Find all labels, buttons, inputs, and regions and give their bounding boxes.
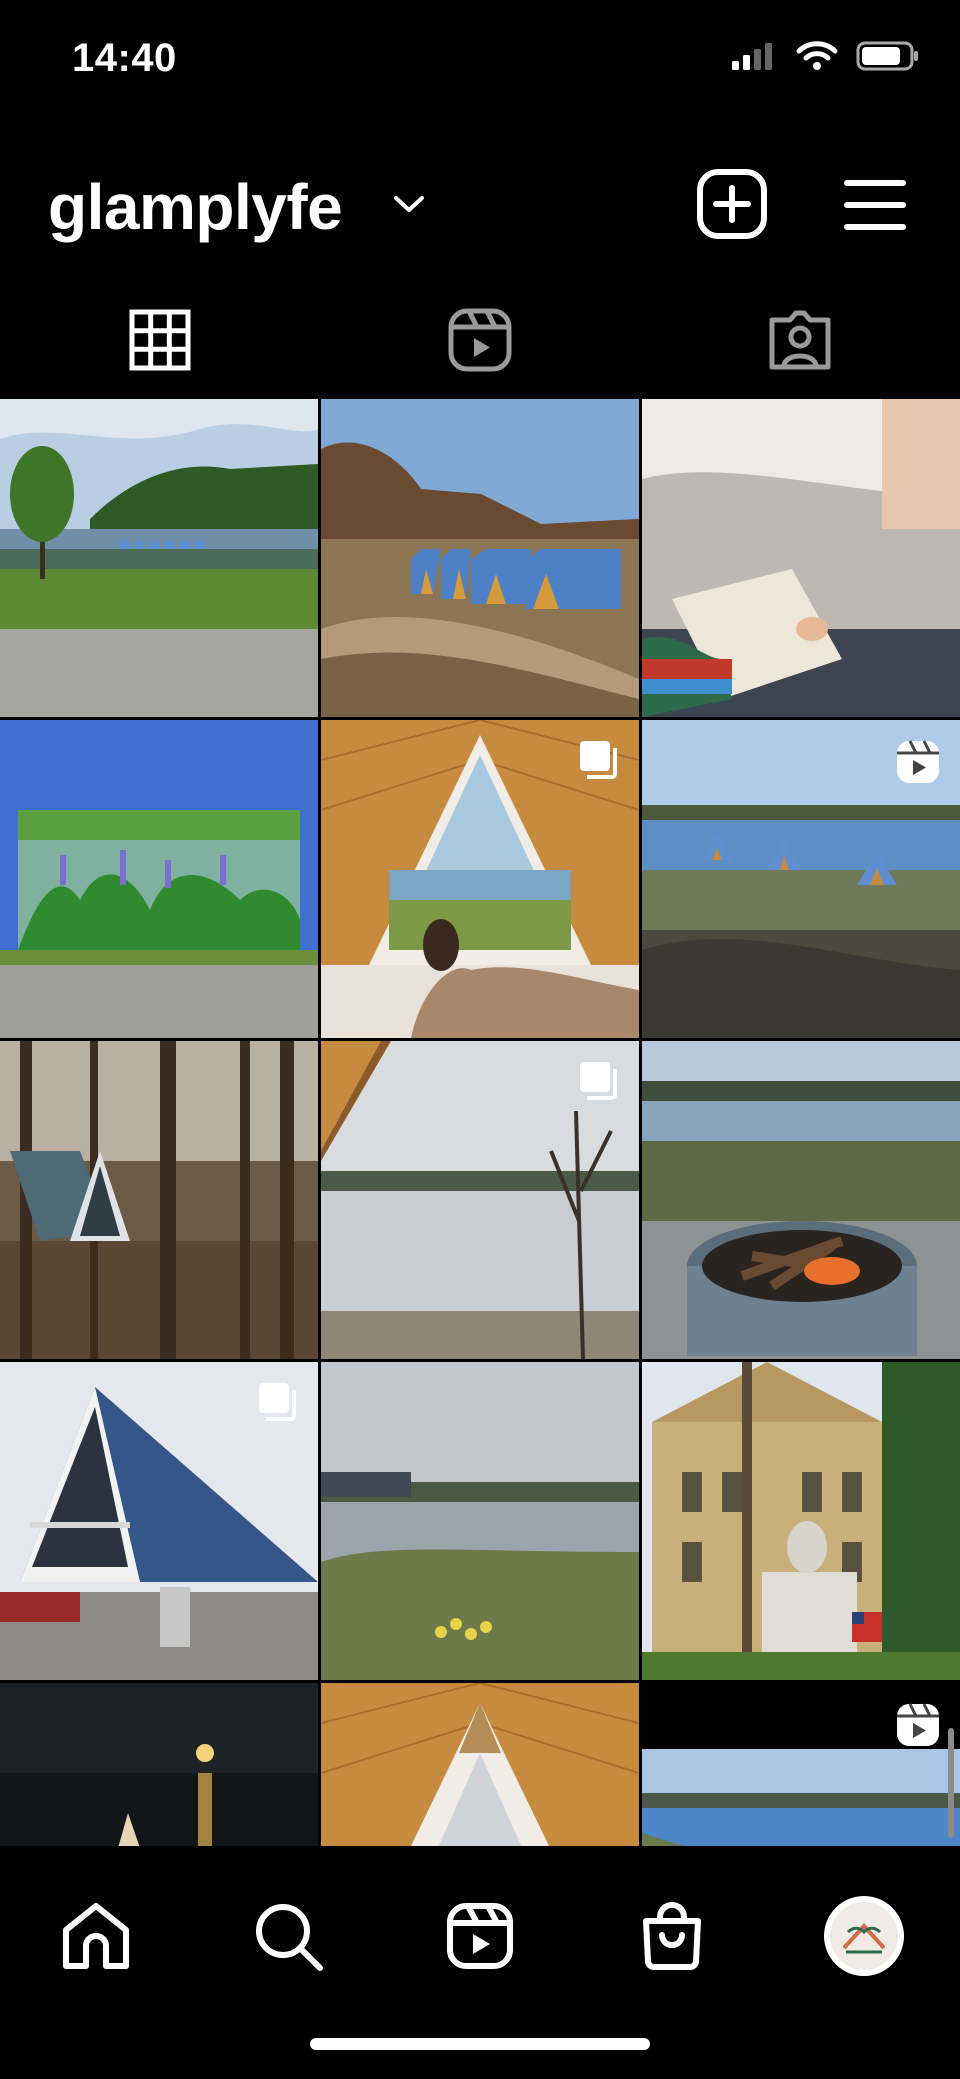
post-thumbnail[interactable] xyxy=(642,720,960,1038)
nav-reels[interactable] xyxy=(430,1886,530,1986)
nav-home[interactable] xyxy=(46,1886,146,1986)
grid-icon xyxy=(129,309,191,371)
post-image xyxy=(0,399,318,717)
tab-reels[interactable] xyxy=(320,290,640,390)
menu-icon[interactable] xyxy=(844,178,906,232)
profile-avatar xyxy=(824,1896,904,1976)
nav-search[interactable] xyxy=(238,1886,338,1986)
post-thumbnail[interactable] xyxy=(0,720,318,1038)
create-post-icon[interactable] xyxy=(696,168,768,240)
search-icon xyxy=(256,1904,323,1971)
posts-grid xyxy=(0,399,960,1846)
post-image xyxy=(642,1362,960,1680)
post-thumbnail[interactable] xyxy=(0,1041,318,1359)
post-image xyxy=(0,720,318,1038)
post-image xyxy=(0,1683,318,1846)
post-thumbnail[interactable] xyxy=(321,720,639,1038)
account-username[interactable]: glamplyfe xyxy=(48,170,343,244)
carousel-icon xyxy=(580,741,617,779)
post-thumbnail[interactable] xyxy=(0,1362,318,1680)
nav-shop[interactable] xyxy=(622,1886,722,1986)
profile-tabs xyxy=(0,290,960,390)
post-image xyxy=(642,1041,960,1359)
scroll-indicator[interactable] xyxy=(948,1728,954,1838)
shop-icon xyxy=(643,1902,701,1970)
reels-icon xyxy=(447,1903,513,1969)
wifi-icon xyxy=(796,41,838,70)
post-thumbnail[interactable] xyxy=(0,399,318,717)
reel-icon xyxy=(897,740,939,783)
reel-icon xyxy=(897,1703,939,1746)
post-thumbnail[interactable] xyxy=(642,1683,960,1846)
status-icons xyxy=(730,40,920,72)
post-thumbnail[interactable] xyxy=(642,399,960,717)
post-image xyxy=(321,1362,639,1680)
battery-icon xyxy=(856,41,918,71)
cellular-signal-icon xyxy=(732,43,772,70)
post-image xyxy=(321,1683,639,1846)
status-bar: 14:40 xyxy=(0,0,960,120)
post-thumbnail[interactable] xyxy=(642,1041,960,1359)
profile-header: glamplyfe xyxy=(0,150,960,260)
tab-tagged[interactable] xyxy=(640,290,960,390)
tagged-icon xyxy=(769,310,831,370)
post-thumbnail[interactable] xyxy=(321,1041,639,1359)
tab-posts-grid[interactable] xyxy=(0,290,320,390)
post-thumbnail[interactable] xyxy=(0,1683,318,1846)
carousel-icon xyxy=(259,1383,296,1421)
chevron-down-icon[interactable] xyxy=(392,190,426,218)
post-image xyxy=(642,399,960,717)
post-image xyxy=(0,1041,318,1359)
status-time: 14:40 xyxy=(72,36,177,80)
post-thumbnail[interactable] xyxy=(642,1362,960,1680)
carousel-icon xyxy=(580,1062,617,1100)
post-image xyxy=(321,399,639,717)
home-icon xyxy=(63,1903,129,1969)
post-thumbnail[interactable] xyxy=(321,1362,639,1680)
nav-profile[interactable] xyxy=(814,1886,914,1986)
reels-icon xyxy=(448,308,512,372)
post-thumbnail[interactable] xyxy=(321,399,639,717)
post-thumbnail[interactable] xyxy=(321,1683,639,1846)
home-indicator xyxy=(310,2038,650,2050)
